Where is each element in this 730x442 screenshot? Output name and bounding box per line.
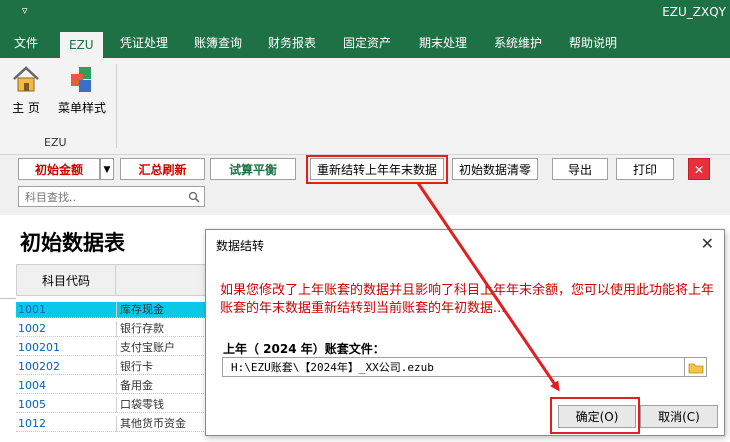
table-row[interactable]: 100201 支付宝账户 <box>16 340 208 356</box>
ribbon-group-label: EZU <box>44 136 67 149</box>
row-code: 1005 <box>16 397 116 413</box>
row-code: 100201 <box>16 340 116 356</box>
export-button[interactable]: 导出 <box>552 158 608 180</box>
page-title: 初始数据表 <box>20 230 125 255</box>
recarry-highlight-box <box>306 155 448 184</box>
row-name: 备用金 <box>116 378 208 394</box>
search-icon[interactable] <box>188 191 200 203</box>
cancel-button[interactable]: 取消(C) <box>640 405 718 428</box>
column-header-code[interactable]: 科目代码 <box>16 264 116 296</box>
row-code: 100202 <box>16 359 116 375</box>
menu-style-icon <box>71 67 91 92</box>
table-row[interactable]: 1004 备用金 <box>16 378 208 394</box>
close-icon[interactable]: ✕ <box>688 158 710 180</box>
row-name: 其他货币资金 <box>116 416 208 432</box>
dialog-close-icon[interactable]: ✕ <box>701 234 714 253</box>
trial-balance-button[interactable]: 试算平衡 <box>210 158 296 180</box>
chevron-down-icon[interactable]: ▼ <box>100 158 114 180</box>
ribbon-group-separator <box>116 64 117 148</box>
column-header-name[interactable] <box>116 264 208 296</box>
row-code: 1012 <box>16 416 116 432</box>
home-button[interactable]: 主 页 <box>8 64 44 116</box>
quick-access-dropdown-icon[interactable]: ▿ <box>22 4 28 17</box>
row-name: 银行卡 <box>116 359 208 375</box>
action-toolbar: 初始金额 ▼ 汇总刷新 试算平衡 重新结转上年年末数据 初始数据清零 导出 打印… <box>0 155 730 215</box>
table-row[interactable]: 1005 口袋零钱 <box>16 397 208 413</box>
clear-initial-data-button[interactable]: 初始数据清零 <box>452 158 538 180</box>
dialog-message: 如果您修改了上年账套的数据并且影响了科目上年年末余额，您可以使用此功能将上年账套… <box>220 283 715 316</box>
home-icon <box>13 66 39 92</box>
tab-help[interactable]: 帮助说明 <box>569 28 617 58</box>
summary-refresh-button[interactable]: 汇总刷新 <box>120 158 205 180</box>
table-row[interactable]: 100202 银行卡 <box>16 359 208 375</box>
table-row[interactable]: 1002 银行存款 <box>16 321 208 337</box>
file-label: 上年（ 2024 年）账套文件： <box>223 342 385 356</box>
home-label: 主 页 <box>12 101 40 115</box>
dialog-title: 数据结转 <box>216 239 265 253</box>
row-code: 1001 <box>16 302 116 318</box>
file-path-input[interactable] <box>223 358 673 376</box>
tab-system[interactable]: 系统维护 <box>494 28 542 58</box>
tab-ledger[interactable]: 账簿查询 <box>194 28 242 58</box>
tab-reports[interactable]: 财务报表 <box>268 28 316 58</box>
initial-amount-select[interactable]: 初始金额 <box>18 158 100 180</box>
row-code: 1002 <box>16 321 116 337</box>
row-name: 口袋零钱 <box>116 397 208 413</box>
subject-search-input[interactable] <box>19 187 187 207</box>
data-carryover-dialog: 数据结转 ✕ 如果您修改了上年账套的数据并且影响了科目上年年末余额，您可以使用此… <box>205 229 725 436</box>
tab-period-end[interactable]: 期末处理 <box>419 28 467 58</box>
row-name: 银行存款 <box>116 321 208 337</box>
browse-folder-button[interactable] <box>685 357 707 377</box>
subject-search-box[interactable] <box>18 186 205 207</box>
ribbon-tabs: 文件 EZU 凭证处理 账簿查询 财务报表 固定资产 期末处理 系统维护 帮助说… <box>0 28 730 58</box>
row-divider <box>0 298 16 299</box>
menu-style-label: 菜单样式 <box>57 101 106 115</box>
table-row[interactable]: 1012 其他货币资金 <box>16 416 208 432</box>
app-title: EZU_ZXQY <box>662 5 726 19</box>
title-bar: ▿ EZU_ZXQY <box>0 0 730 28</box>
tab-file[interactable]: 文件 <box>14 28 38 58</box>
table-row[interactable]: 1001 库存现金 <box>16 302 208 318</box>
tab-ezu[interactable]: EZU <box>60 32 103 58</box>
row-name: 库存现金 <box>116 302 208 318</box>
row-name: 支付宝账户 <box>116 340 208 356</box>
tab-fixed-assets[interactable]: 固定资产 <box>343 28 391 58</box>
confirm-highlight-box <box>550 397 640 434</box>
ribbon-panel: 主 页 菜单样式 EZU <box>0 58 730 155</box>
row-code: 1004 <box>16 378 116 394</box>
folder-icon <box>688 363 704 374</box>
file-path-field[interactable] <box>222 357 685 377</box>
print-button[interactable]: 打印 <box>616 158 674 180</box>
tab-voucher[interactable]: 凭证处理 <box>120 28 168 58</box>
menu-style-button[interactable]: 菜单样式 <box>56 64 108 116</box>
